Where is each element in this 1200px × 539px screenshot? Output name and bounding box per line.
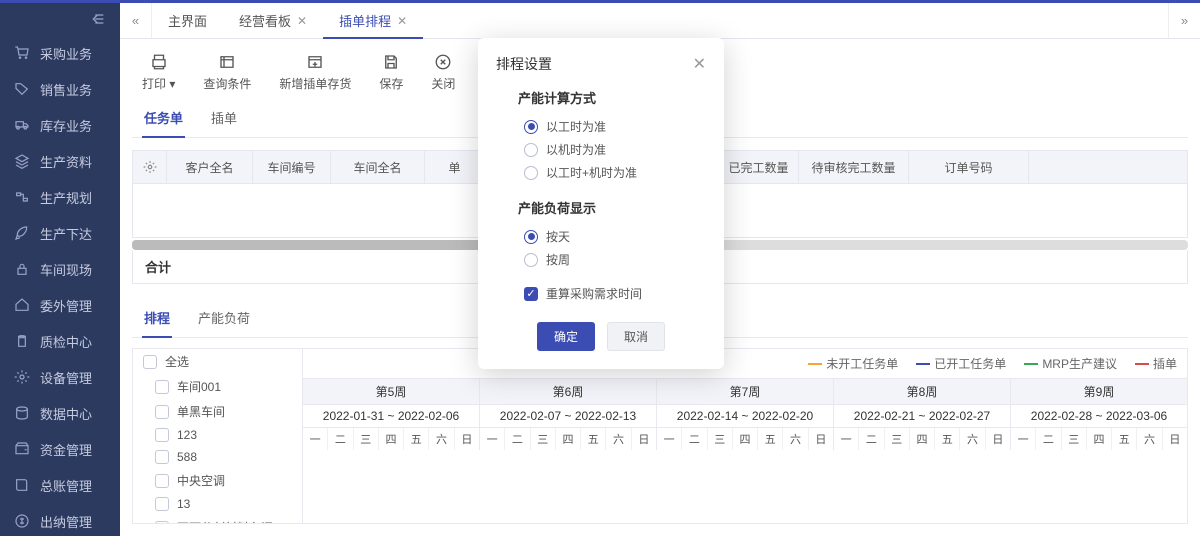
capacity-display-option-1[interactable]: 按周 bbox=[524, 248, 706, 271]
radio-icon bbox=[524, 166, 538, 180]
capacity-method-option-2[interactable]: 以工时+机时为准 bbox=[524, 161, 706, 184]
radio-label: 按周 bbox=[546, 251, 570, 268]
radio-label: 以工时+机时为准 bbox=[546, 164, 637, 181]
checkbox-checked-icon: ✓ bbox=[524, 287, 538, 301]
radio-label: 以机时为准 bbox=[546, 141, 606, 158]
modal-cancel-button[interactable]: 取消 bbox=[607, 322, 665, 351]
capacity-method-option-0[interactable]: 以工时为准 bbox=[524, 115, 706, 138]
radio-label: 以工时为准 bbox=[546, 118, 606, 135]
radio-icon bbox=[524, 253, 538, 267]
modal-close-button[interactable]: ✕ bbox=[693, 54, 706, 74]
modal-ok-button[interactable]: 确定 bbox=[537, 322, 595, 351]
recalc-purchase-label: 重算采购需求时间 bbox=[546, 285, 642, 302]
modal-title: 排程设置 bbox=[496, 54, 552, 74]
radio-label: 按天 bbox=[546, 228, 570, 245]
radio-icon bbox=[524, 143, 538, 157]
capacity-display-title: 产能负荷显示 bbox=[518, 198, 706, 217]
capacity-method-option-1[interactable]: 以机时为准 bbox=[524, 138, 706, 161]
capacity-method-title: 产能计算方式 bbox=[518, 88, 706, 107]
radio-icon bbox=[524, 230, 538, 244]
radio-icon bbox=[524, 120, 538, 134]
recalc-purchase-checkbox[interactable]: ✓ 重算采购需求时间 bbox=[524, 285, 706, 302]
capacity-display-option-0[interactable]: 按天 bbox=[524, 225, 706, 248]
schedule-settings-modal: 排程设置 ✕ 产能计算方式 以工时为准以机时为准以工时+机时为准 产能负荷显示 … bbox=[478, 38, 724, 369]
